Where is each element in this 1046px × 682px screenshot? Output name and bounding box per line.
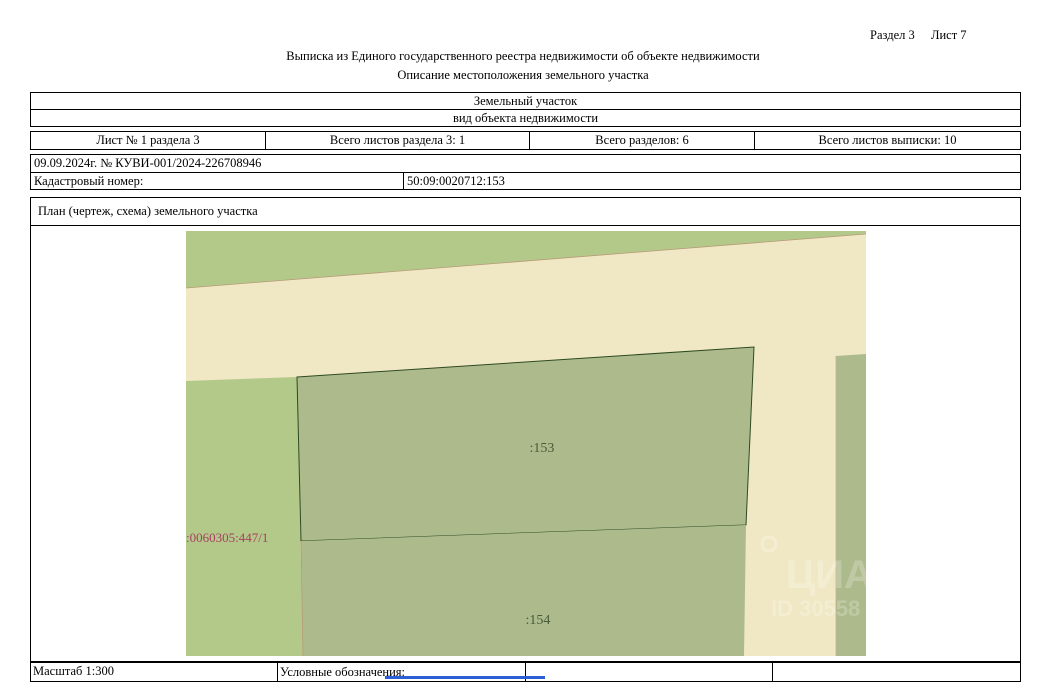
cadastral-map: :153 :154 :0060305:447/1 ЦИАН ID 30558 (186, 231, 866, 656)
document-subtitle: Описание местоположения земельного участ… (397, 68, 649, 82)
sheet-label: Лист 7 (931, 28, 967, 42)
parcel-153 (296, 346, 755, 542)
watermark-id: ID 30558 (771, 596, 860, 621)
total-sections-cell: Всего разделов: 6 (529, 131, 755, 150)
legend-cell: Условные обозначения: (277, 662, 526, 682)
legend-empty-cell (525, 662, 773, 682)
object-type-caption: вид объекта недвижимости (452, 110, 599, 125)
watermark-text: ЦИАН (786, 553, 866, 597)
total-sheets-section-cell: Всего листов раздела 3: 1 (265, 131, 530, 150)
plan-title: План (чертеж, схема) земельного участка (30, 197, 1021, 226)
object-type: Земельный участок (473, 93, 578, 108)
neighbor-parcel-label: :0060305:447/1 (186, 530, 268, 545)
sheet-of-section-cell: Лист № 1 раздела 3 (30, 131, 266, 150)
parcel-154 (301, 525, 746, 656)
document-title: Выписка из Единого государственного реес… (286, 49, 760, 63)
section-label: Раздел 3 (870, 28, 915, 42)
west-land (186, 377, 303, 656)
legend-empty-cell (772, 662, 1021, 682)
object-type-block: Земельный участок вид объекта недвижимос… (30, 92, 1021, 127)
scale-cell: Масштаб 1:300 (30, 662, 278, 682)
parcel-153-label: :153 (530, 441, 555, 456)
cadastral-label: Кадастровый номер: (30, 172, 404, 190)
cadastral-number: 50:09:0020712:153 (403, 172, 1021, 190)
extract-date-number: 09.09.2024г. № КУВИ-001/2024-226708946 (30, 154, 1021, 173)
total-sheets-extract-cell: Всего листов выписки: 10 (754, 131, 1021, 150)
parcel-154-label: :154 (526, 613, 551, 628)
